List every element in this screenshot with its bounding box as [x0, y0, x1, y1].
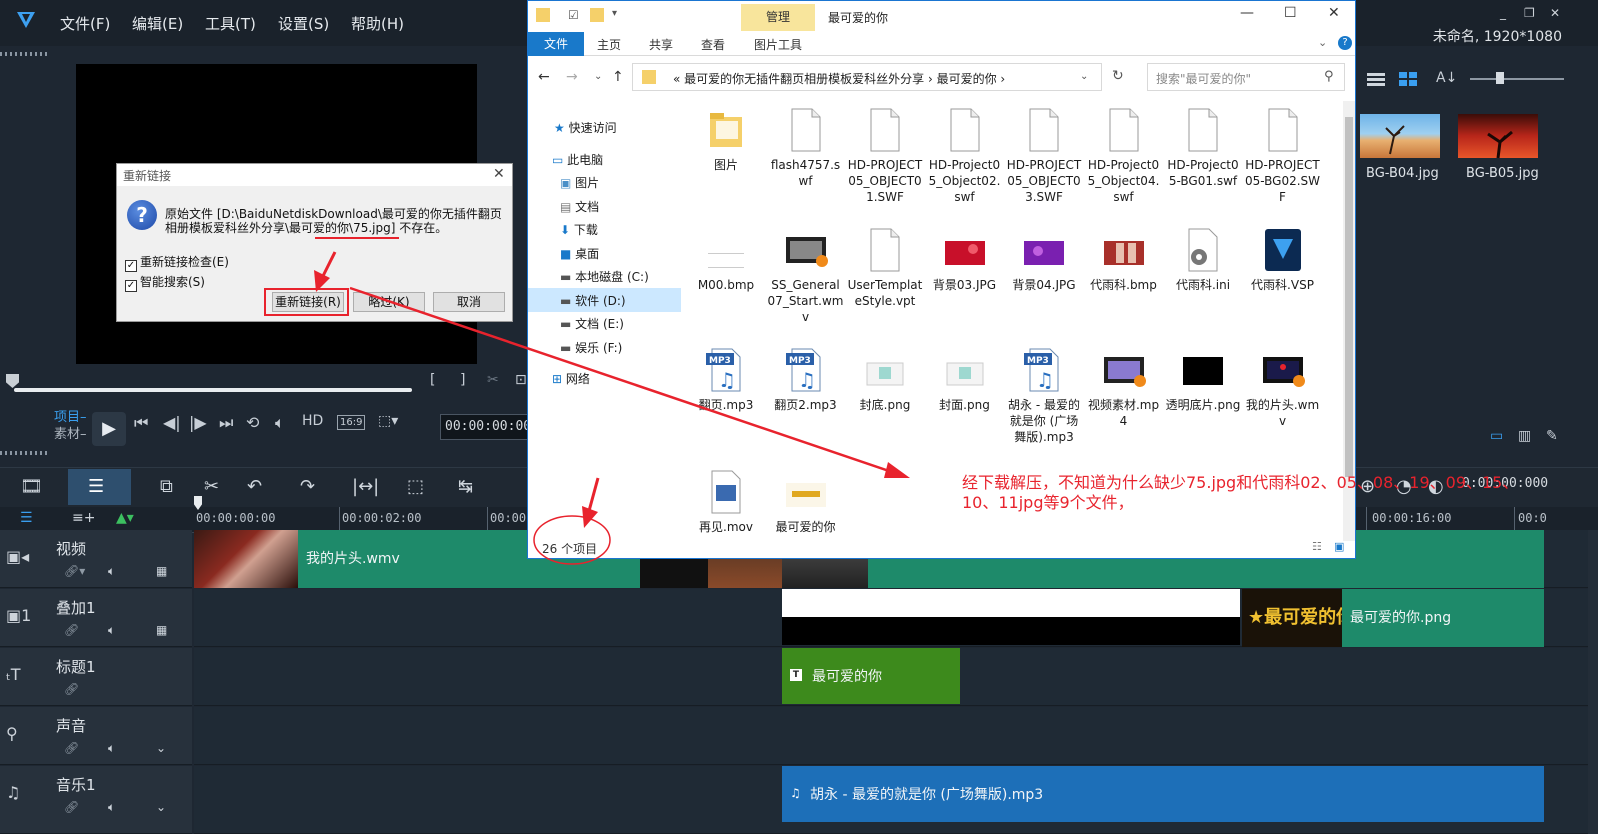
- annotation-note: 经下载解压，不知道为什么缺少75.jpg和代雨科02、05、08、19、09、1…: [962, 473, 1519, 512]
- video-editor-app: 文件(F) 编辑(E) 工具(T) 设置(S) 帮助(H) _ ❐ ✕ 未命名,…: [0, 0, 1598, 834]
- annotation-layer: [314, 251, 910, 565]
